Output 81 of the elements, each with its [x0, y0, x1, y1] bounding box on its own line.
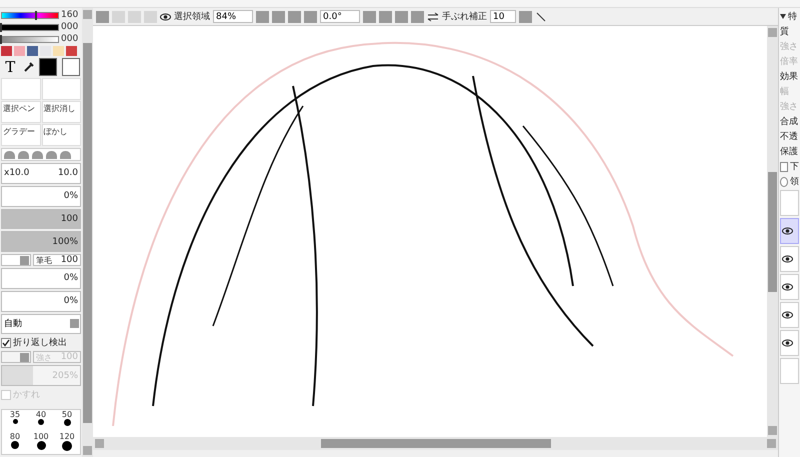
slider-value: 160 [61, 10, 80, 20]
foreground-color[interactable] [39, 58, 58, 76]
eye-icon[interactable] [782, 339, 793, 347]
size-field[interactable]: x10.0 10.0 [1, 163, 81, 184]
bristle-field[interactable]: 筆毛 100 [33, 254, 81, 266]
section-title: 質 [780, 26, 790, 38]
texture-dropdown[interactable] [1, 254, 31, 266]
stabilizer-field[interactable]: 10 [490, 10, 516, 23]
radio-label: 領 [790, 176, 799, 188]
layer-item[interactable] [780, 218, 799, 244]
blend-label: 合成 [780, 116, 799, 128]
brush-shape-icon[interactable] [46, 151, 57, 159]
scrollbar[interactable] [767, 26, 778, 437]
percent-field[interactable]: 0% [1, 290, 81, 312]
brush-size[interactable]: 40 [28, 410, 54, 432]
radio-button[interactable] [780, 176, 788, 186]
caret-icon[interactable] [780, 14, 786, 19]
checkbox-label: 折り返し検出 [13, 336, 67, 350]
percent-field[interactable]: 0% [1, 268, 81, 289]
brush-shape-icon[interactable] [32, 151, 43, 159]
eye-icon[interactable] [782, 283, 793, 291]
color-swatch[interactable] [53, 46, 64, 56]
setting-label: 倍率 [780, 56, 799, 68]
setting-label: 幅 [780, 86, 790, 98]
dropdown-button[interactable] [256, 10, 269, 22]
color-slider[interactable] [1, 12, 59, 18]
color-slider[interactable] [1, 36, 59, 42]
opacity-label: 不透 [780, 130, 799, 143]
brush-shape-icon[interactable] [60, 151, 71, 159]
line-icon[interactable] [535, 10, 547, 22]
zoom-field[interactable]: 84% [213, 10, 253, 23]
mode-dropdown[interactable]: 自動 [1, 314, 81, 334]
brush-size[interactable]: 100 [28, 432, 54, 454]
flip-icon[interactable] [427, 12, 439, 22]
brush-size[interactable]: 120 [54, 432, 80, 454]
brush-size[interactable]: 80 [2, 432, 28, 454]
section-title: 効果 [780, 70, 799, 83]
min-size-field[interactable]: 0% [1, 186, 81, 206]
density-slider[interactable]: 100 [1, 208, 81, 230]
color-swatch[interactable] [14, 46, 25, 56]
color-swatch[interactable] [1, 46, 12, 56]
brush-tool[interactable]: 選択ペン [1, 101, 40, 123]
brush-shape-icon[interactable] [4, 151, 15, 159]
text-tool[interactable]: T [2, 59, 18, 75]
panel-header[interactable]: 特 [788, 10, 797, 23]
brush-shape-icon[interactable] [18, 151, 29, 159]
scrollbar[interactable] [93, 437, 778, 450]
color-swatch[interactable] [66, 46, 77, 56]
brush-size[interactable]: 50 [54, 410, 80, 432]
setting-label: 強さ [780, 100, 799, 113]
eye-icon[interactable] [782, 255, 793, 263]
brush-size[interactable]: 35 [2, 410, 28, 432]
layer-item[interactable] [780, 246, 799, 272]
slider-value: 000 [61, 22, 80, 32]
scrollbar[interactable] [82, 8, 93, 457]
checkbox[interactable] [1, 338, 11, 348]
eye-icon[interactable] [160, 12, 171, 20]
check-icon [2, 338, 10, 347]
layer-item[interactable] [780, 330, 799, 356]
dropdown-button[interactable] [363, 10, 376, 22]
opacity-slider[interactable]: 100% [1, 231, 81, 252]
color-swatch[interactable] [27, 46, 38, 56]
brush-tool[interactable]: 選択消し [42, 101, 81, 123]
eyedropper-icon[interactable] [22, 61, 35, 73]
stabilizer-label: 手ぶれ補正 [442, 10, 487, 23]
slider-thumb[interactable] [35, 10, 38, 20]
rotation-field[interactable]: 0.0° [320, 10, 360, 23]
layer-item[interactable] [780, 302, 799, 328]
brush-tool[interactable]: グラデー [1, 124, 40, 146]
eye-icon[interactable] [782, 311, 793, 319]
brush-tool[interactable]: ぼかし [42, 124, 81, 146]
checkbox[interactable] [780, 162, 788, 172]
protect-label: 保護 [780, 146, 799, 158]
eye-icon[interactable] [782, 227, 793, 235]
layer-item[interactable] [780, 274, 799, 300]
color-slider[interactable] [1, 24, 59, 30]
checkbox-label: 下 [790, 161, 799, 173]
slider-value: 000 [61, 34, 80, 44]
selection-label: 選択領域 [174, 10, 210, 23]
background-color[interactable] [62, 58, 80, 76]
setting-label: 強さ [780, 40, 799, 53]
